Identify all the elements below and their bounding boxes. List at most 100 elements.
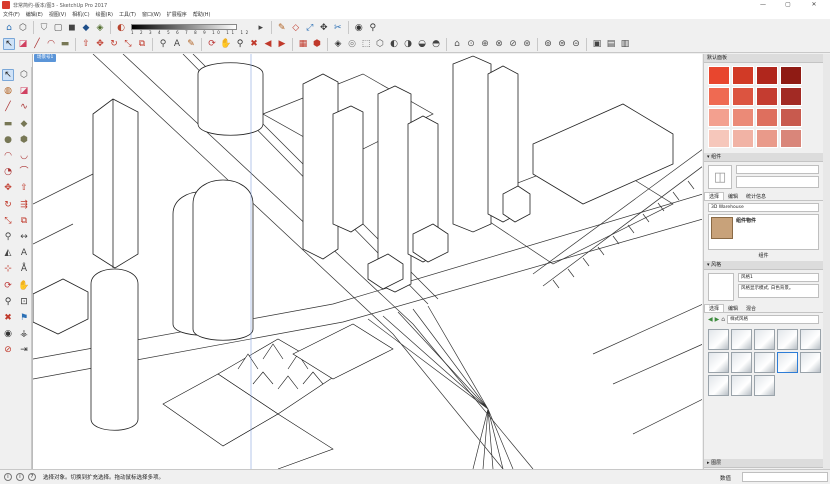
arc3-icon[interactable]: ⌒ bbox=[18, 166, 30, 178]
warehouse-icon[interactable]: ▦ bbox=[297, 38, 309, 50]
arc2-icon[interactable]: ◡ bbox=[18, 150, 30, 162]
cube-outline-icon[interactable]: ▢ bbox=[52, 22, 64, 34]
offset-icon[interactable]: ⧉ bbox=[136, 38, 148, 50]
menu-file[interactable]: 文件(F) bbox=[3, 11, 20, 18]
style-collection-dropdown[interactable]: 样式风格 bbox=[727, 315, 819, 324]
select-arrow-icon[interactable]: ↖ bbox=[2, 69, 14, 82]
text-icon[interactable]: A bbox=[18, 247, 30, 259]
protractor-icon[interactable]: ◭ bbox=[2, 247, 14, 259]
iso-icon[interactable]: ⌂ bbox=[451, 38, 463, 50]
style-tile[interactable] bbox=[731, 375, 752, 396]
components-panel-header[interactable]: ▾ 组件 bbox=[704, 153, 823, 162]
move-icon[interactable]: ✥ bbox=[2, 182, 14, 194]
orbit-icon[interactable]: ⟳ bbox=[2, 280, 14, 292]
foot-icon[interactable]: ⚲ bbox=[367, 22, 379, 34]
previous-view-icon[interactable]: ◀ bbox=[262, 38, 274, 50]
color-swatch[interactable] bbox=[756, 108, 778, 127]
rotated-rect-icon[interactable]: ◆ bbox=[18, 118, 30, 130]
pie-icon[interactable]: ◔ bbox=[2, 166, 14, 178]
color-swatch[interactable] bbox=[756, 66, 778, 85]
forward-icon[interactable]: ▶ bbox=[715, 316, 720, 323]
style-desc-field[interactable]: 风格显示模式, 白色背景。 bbox=[738, 284, 819, 298]
arc-icon[interactable]: ◠ bbox=[45, 38, 57, 50]
color-swatch[interactable] bbox=[780, 129, 802, 148]
pushpull-icon[interactable]: ⇧ bbox=[18, 182, 30, 194]
orbit-icon[interactable]: ⟳ bbox=[206, 38, 218, 50]
scale-icon[interactable]: ⤡ bbox=[2, 215, 14, 227]
zoom-extents-icon[interactable]: ✖ bbox=[2, 312, 14, 324]
hiddenline-icon[interactable]: ◐ bbox=[388, 38, 400, 50]
next-view-icon[interactable]: ▶ bbox=[276, 38, 288, 50]
style-palette-icon[interactable]: ◐ bbox=[115, 22, 127, 34]
top-icon[interactable]: ⊙ bbox=[465, 38, 477, 50]
section-icon[interactable]: ⊘ bbox=[2, 344, 14, 356]
color-swatch[interactable] bbox=[708, 66, 730, 85]
close-button[interactable]: ✕ bbox=[803, 0, 825, 10]
move-icon[interactable]: ✥ bbox=[94, 38, 106, 50]
backedges-icon[interactable]: ⬚ bbox=[360, 38, 372, 50]
position-camera-icon[interactable]: ⚑ bbox=[18, 312, 30, 324]
layer-a-icon[interactable]: ▣ bbox=[591, 38, 603, 50]
back-icon[interactable]: ⊘ bbox=[507, 38, 519, 50]
style-tile-selected[interactable] bbox=[777, 352, 798, 373]
display-section-icon[interactable]: ⊜ bbox=[556, 38, 568, 50]
offset-icon[interactable]: ⧉ bbox=[18, 215, 30, 227]
freehand-icon[interactable]: ∿ bbox=[18, 101, 30, 113]
menu-edit[interactable]: 编辑(E) bbox=[26, 11, 43, 18]
style-tile[interactable] bbox=[754, 352, 775, 373]
measurements-input[interactable] bbox=[742, 472, 828, 482]
monochrome-icon[interactable]: ◓ bbox=[430, 38, 442, 50]
style-tile[interactable] bbox=[777, 329, 798, 350]
line-icon[interactable]: ╱ bbox=[2, 101, 14, 113]
pushpull-icon[interactable]: ⇧ bbox=[80, 38, 92, 50]
section-cut-icon[interactable]: ⊝ bbox=[570, 38, 582, 50]
zoom-window-icon[interactable]: ⊡ bbox=[18, 296, 30, 308]
tray-scrollbar[interactable] bbox=[823, 54, 830, 469]
menu-extensions[interactable]: 扩展程序 bbox=[167, 11, 187, 18]
rotate-icon[interactable]: ↻ bbox=[2, 199, 14, 211]
style-name-field[interactable]: 风格1 bbox=[738, 273, 819, 282]
tab-select[interactable]: 选择 bbox=[704, 192, 725, 200]
house-icon[interactable]: ⌂ bbox=[3, 22, 15, 34]
cube-texture-icon[interactable]: ◈ bbox=[94, 22, 106, 34]
color-swatch[interactable] bbox=[780, 87, 802, 106]
color-swatch[interactable] bbox=[756, 129, 778, 148]
eraser-icon[interactable]: ◪ bbox=[18, 85, 30, 97]
section-icon[interactable]: ◇ bbox=[290, 22, 302, 34]
tape-icon[interactable]: ⚲ bbox=[2, 231, 14, 243]
dimension-icon[interactable]: ↔ bbox=[18, 231, 30, 243]
edge-palette[interactable]: 1 2 3 4 5 6 7 8 9 10 11 12 bbox=[131, 21, 251, 35]
eraser-icon[interactable]: ◪ bbox=[17, 38, 29, 50]
minimize-button[interactable]: — bbox=[752, 0, 774, 10]
style-tile[interactable] bbox=[731, 352, 752, 373]
component-item-label[interactable]: 组件物件 bbox=[736, 217, 756, 247]
tab-edit[interactable]: 编辑 bbox=[724, 193, 742, 200]
rotate-icon[interactable]: ↻ bbox=[108, 38, 120, 50]
styles-panel-header[interactable]: ▾ 风格 bbox=[704, 261, 823, 270]
front-icon[interactable]: ⊕ bbox=[479, 38, 491, 50]
extension-icon[interactable]: ⬢ bbox=[311, 38, 323, 50]
menu-camera[interactable]: 相机(C) bbox=[72, 11, 89, 18]
paint-icon[interactable]: ✎ bbox=[276, 22, 288, 34]
color-swatch[interactable] bbox=[780, 108, 802, 127]
colors-panel-header[interactable]: 默认面板 bbox=[704, 54, 823, 63]
style-tile[interactable] bbox=[708, 352, 729, 373]
scale-icon[interactable]: ⤡ bbox=[122, 38, 134, 50]
modeling-viewport[interactable] bbox=[32, 54, 702, 469]
cube-solid-icon[interactable]: ◼ bbox=[66, 22, 78, 34]
axes-icon[interactable]: ⊹ bbox=[2, 263, 14, 275]
lookaround-icon[interactable]: ◉ bbox=[2, 328, 14, 340]
left-icon[interactable]: ⊛ bbox=[521, 38, 533, 50]
style-tile[interactable] bbox=[754, 375, 775, 396]
tab-mix[interactable]: 混合 bbox=[742, 305, 760, 312]
color-swatch[interactable] bbox=[732, 108, 754, 127]
color-swatch[interactable] bbox=[732, 129, 754, 148]
back-icon[interactable]: ◀ bbox=[708, 316, 713, 323]
tape-icon[interactable]: ✂ bbox=[332, 22, 344, 34]
menu-help[interactable]: 帮助(H) bbox=[193, 11, 211, 18]
color-swatch[interactable] bbox=[708, 108, 730, 127]
paint-icon[interactable]: ◍ bbox=[2, 85, 14, 97]
sandbox-icon[interactable]: ⇥ bbox=[18, 344, 30, 356]
menu-view[interactable]: 视图(V) bbox=[49, 11, 66, 18]
style-tile[interactable] bbox=[800, 352, 821, 373]
